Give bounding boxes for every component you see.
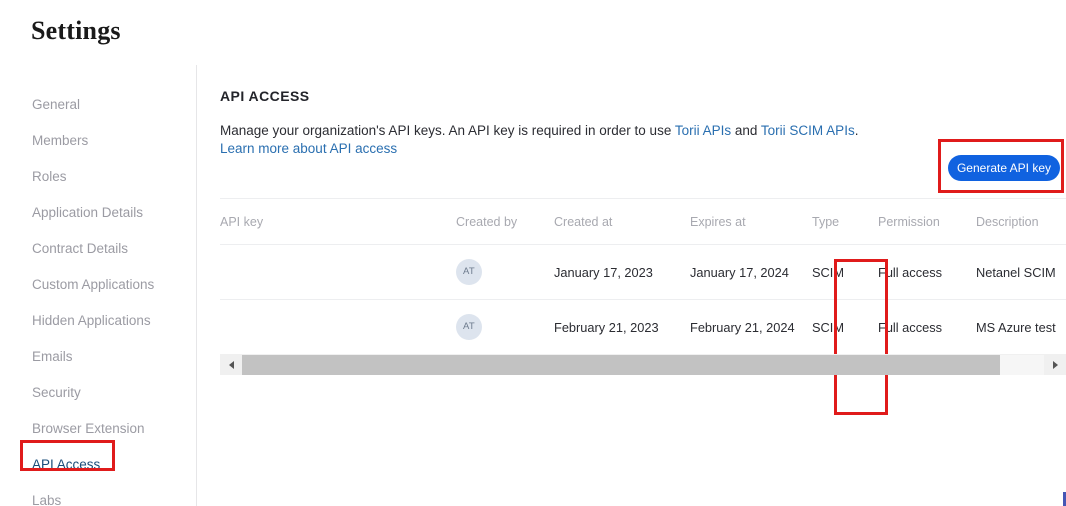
- cell-expires-at: January 17, 2024: [690, 245, 812, 300]
- table-body: AT January 17, 2023 January 17, 2024 SCI…: [220, 245, 1066, 355]
- sidebar-item-contract-details[interactable]: Contract Details: [0, 231, 196, 267]
- sidebar-item-browser-extension[interactable]: Browser Extension: [0, 411, 196, 447]
- cell-created-at: January 17, 2023: [554, 245, 690, 300]
- cell-api-key: [220, 300, 456, 355]
- column-header-created-by[interactable]: Created by: [456, 199, 554, 245]
- description-text-part3: .: [855, 123, 859, 138]
- description-text-part2: and: [731, 123, 761, 138]
- caret-left-icon: [229, 361, 234, 369]
- sidebar-item-roles[interactable]: Roles: [0, 159, 196, 195]
- settings-sidebar: General Members Roles Application Detail…: [0, 65, 197, 506]
- page-title: Settings: [31, 16, 121, 46]
- settings-page: Settings General Members Roles Applicati…: [0, 0, 1066, 506]
- cell-created-at: February 21, 2023: [554, 300, 690, 355]
- sidebar-item-application-details[interactable]: Application Details: [0, 195, 196, 231]
- cell-created-by: AT: [456, 245, 554, 300]
- caret-right-icon: [1053, 361, 1058, 369]
- cell-permission: Full access: [878, 300, 976, 355]
- scrollbar-track[interactable]: [242, 355, 1044, 375]
- column-header-expires-at[interactable]: Expires at: [690, 199, 812, 245]
- sidebar-item-hidden-applications[interactable]: Hidden Applications: [0, 303, 196, 339]
- scroll-left-button[interactable]: [220, 355, 242, 375]
- cell-description: Netanel SCIM: [976, 245, 1066, 300]
- avatar: AT: [456, 259, 482, 285]
- api-keys-table-container: API key Created by Created at Expires at…: [220, 198, 1066, 355]
- sidebar-item-api-access[interactable]: API Access: [0, 447, 196, 483]
- cell-created-by: AT: [456, 300, 554, 355]
- sidebar-item-custom-applications[interactable]: Custom Applications: [0, 267, 196, 303]
- table-horizontal-scrollbar[interactable]: [220, 354, 1066, 374]
- table-header: API key Created by Created at Expires at…: [220, 199, 1066, 245]
- table-header-row: API key Created by Created at Expires at…: [220, 199, 1066, 245]
- sidebar-item-general[interactable]: General: [0, 87, 196, 123]
- api-access-panel: API ACCESS Manage your organization's AP…: [198, 65, 1066, 506]
- sidebar-item-members[interactable]: Members: [0, 123, 196, 159]
- cell-expires-at: February 21, 2024: [690, 300, 812, 355]
- sidebar-item-emails[interactable]: Emails: [0, 339, 196, 375]
- table-row[interactable]: AT January 17, 2023 January 17, 2024 SCI…: [220, 245, 1066, 300]
- column-header-permission[interactable]: Permission: [878, 199, 976, 245]
- table-row[interactable]: AT February 21, 2023 February 21, 2024 S…: [220, 300, 1066, 355]
- api-keys-table: API key Created by Created at Expires at…: [220, 198, 1066, 355]
- column-header-type[interactable]: Type: [812, 199, 878, 245]
- cell-type: SCIM: [812, 300, 878, 355]
- generate-api-key-button[interactable]: Generate API key: [948, 155, 1060, 181]
- cell-type: SCIM: [812, 245, 878, 300]
- panel-description: Manage your organization's API keys. An …: [220, 122, 858, 140]
- sidebar-item-labs[interactable]: Labs: [0, 483, 196, 506]
- torii-apis-link[interactable]: Torii APIs: [675, 123, 731, 138]
- cell-permission: Full access: [878, 245, 976, 300]
- scrollbar-thumb[interactable]: [242, 355, 1000, 375]
- cell-api-key: [220, 245, 456, 300]
- generate-api-key-annotation-box: Generate API key: [938, 139, 1064, 193]
- torii-scim-apis-link[interactable]: Torii SCIM APIs: [761, 123, 855, 138]
- section-title: API ACCESS: [220, 88, 310, 104]
- description-text-part1: Manage your organization's API keys. An …: [220, 123, 675, 138]
- column-header-description[interactable]: Description: [976, 199, 1066, 245]
- scroll-right-button[interactable]: [1044, 355, 1066, 375]
- column-header-created-at[interactable]: Created at: [554, 199, 690, 245]
- column-header-api-key[interactable]: API key: [220, 199, 456, 245]
- sidebar-item-security[interactable]: Security: [0, 375, 196, 411]
- learn-more-link[interactable]: Learn more about API access: [220, 140, 397, 158]
- cell-description: MS Azure test: [976, 300, 1066, 355]
- avatar: AT: [456, 314, 482, 340]
